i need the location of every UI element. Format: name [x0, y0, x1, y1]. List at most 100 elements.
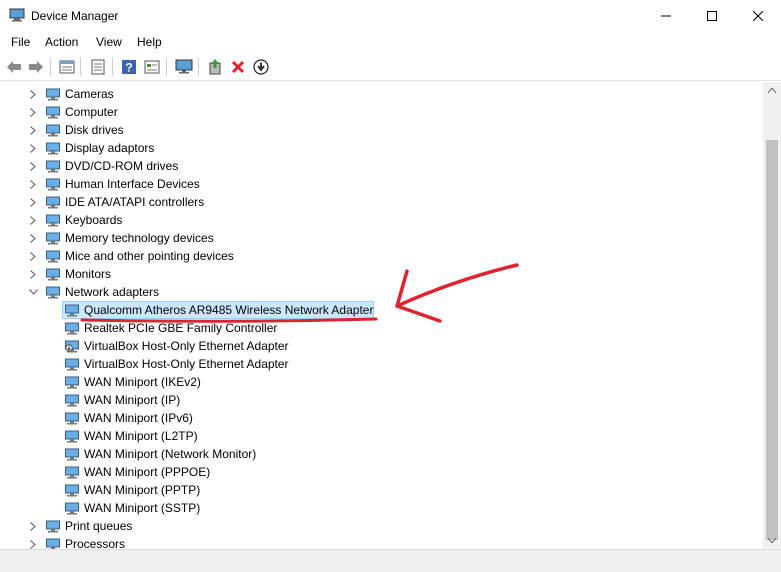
disable-button[interactable]	[251, 57, 271, 77]
forward-icon	[29, 61, 43, 73]
tree-category-monitor[interactable]: Monitors	[65, 267, 111, 281]
toolbar-separator	[198, 58, 199, 76]
tree-category-keyboard[interactable]: Keyboards	[65, 213, 122, 227]
toolbar-separator	[80, 58, 81, 76]
tree-category-display[interactable]: Display adaptors	[65, 141, 154, 155]
close-icon	[753, 10, 763, 21]
expand-toggle[interactable]	[28, 103, 38, 121]
tree-device-item[interactable]: VirtualBox Host-Only Ethernet Adapter	[84, 339, 289, 353]
collapse-toggle[interactable]	[28, 283, 38, 301]
network-adapter-icon	[65, 466, 79, 479]
monitor-icon	[175, 59, 193, 74]
help-button[interactable]: ?	[119, 57, 139, 77]
svg-text:?: ?	[125, 61, 132, 75]
scroll-up-button[interactable]	[763, 82, 781, 99]
chevron-right-icon	[30, 251, 36, 261]
title-bar: Device Manager	[0, 0, 781, 31]
toolbar-separator	[112, 58, 113, 76]
minimize-button[interactable]	[643, 0, 689, 31]
update-driver-button[interactable]	[205, 57, 225, 77]
network-adapter-icon	[65, 430, 79, 443]
tree-category-ide[interactable]: IDE ATA/ATAPI controllers	[65, 195, 204, 209]
chevron-right-icon	[30, 233, 36, 243]
expand-toggle[interactable]	[28, 121, 38, 139]
tree-device-item[interactable]: Qualcomm Atheros AR9485 Wireless Network…	[84, 303, 373, 317]
tree-category-dvd[interactable]: DVD/CD-ROM drives	[65, 159, 178, 173]
chevron-down-icon	[28, 289, 38, 295]
menu-view[interactable]: View	[96, 35, 122, 49]
menu-action[interactable]: Action	[45, 35, 78, 49]
network-adapter-icon	[65, 448, 79, 461]
close-button[interactable]	[735, 0, 781, 31]
tree-device-item[interactable]: WAN Miniport (Network Monitor)	[84, 447, 256, 461]
device-tree[interactable]: Cameras Computer Disk drives Display adapto…	[0, 82, 763, 549]
expand-toggle[interactable]	[28, 139, 38, 157]
tree-category-camera[interactable]: Cameras	[65, 87, 114, 101]
chevron-right-icon	[30, 269, 36, 279]
expand-toggle[interactable]	[28, 265, 38, 283]
expand-toggle[interactable]	[28, 517, 38, 535]
tree-device-item[interactable]: WAN Miniport (L2TP)	[84, 429, 198, 443]
tree-device-item[interactable]: WAN Miniport (PPTP)	[84, 483, 200, 497]
chevron-right-icon	[30, 539, 36, 549]
tree-category-mouse[interactable]: Mice and other pointing devices	[65, 249, 234, 263]
expand-toggle[interactable]	[28, 193, 38, 211]
chevron-right-icon	[30, 125, 36, 135]
expand-toggle[interactable]	[28, 247, 38, 265]
chevron-right-icon	[30, 521, 36, 531]
chevron-right-icon	[30, 143, 36, 153]
tree-device-item[interactable]: WAN Miniport (IPv6)	[84, 411, 193, 425]
computer-icon	[46, 106, 60, 119]
scroll-down-button[interactable]	[763, 532, 781, 549]
console-icon	[91, 59, 105, 75]
scan-hardware-button[interactable]	[174, 57, 194, 77]
expand-toggle[interactable]	[28, 157, 38, 175]
tree-category-memory[interactable]: Memory technology devices	[65, 231, 214, 245]
tree-device-item[interactable]: WAN Miniport (SSTP)	[84, 501, 200, 515]
expand-toggle[interactable]	[28, 85, 38, 103]
forward-button[interactable]	[26, 57, 46, 77]
tree-device-item[interactable]: WAN Miniport (IP)	[84, 393, 180, 407]
tree-category-printer[interactable]: Print queues	[65, 519, 132, 533]
menu-help[interactable]: Help	[137, 35, 162, 49]
tree-device-item[interactable]: Realtek PCIe GBE Family Controller	[84, 321, 277, 335]
tree-category-processor[interactable]: Processors	[65, 537, 125, 549]
tree-category-hid[interactable]: Human Interface Devices	[65, 177, 200, 191]
properties-button[interactable]	[57, 57, 77, 77]
chevron-right-icon	[30, 89, 36, 99]
network-adapter-icon	[65, 412, 79, 425]
expand-toggle[interactable]	[28, 229, 38, 247]
chevron-up-icon	[768, 88, 776, 93]
tree-device-item[interactable]: WAN Miniport (IKEv2)	[84, 375, 201, 389]
vertical-scrollbar[interactable]	[763, 82, 781, 549]
network-adapter-icon	[65, 304, 79, 317]
view-button[interactable]	[142, 57, 162, 77]
properties-icon	[59, 60, 75, 74]
toolbar-separator	[50, 58, 51, 76]
chevron-right-icon	[30, 107, 36, 117]
dvd-icon	[46, 160, 60, 173]
console-button[interactable]	[88, 57, 108, 77]
toolbar: ?	[0, 53, 781, 81]
tree-device-item[interactable]: VirtualBox Host-Only Ethernet Adapter	[84, 357, 289, 371]
help-icon: ?	[122, 60, 136, 75]
uninstall-icon	[231, 60, 245, 74]
camera-icon	[46, 88, 60, 101]
maximize-button[interactable]	[689, 0, 735, 31]
scroll-thumb[interactable]	[766, 140, 778, 540]
uninstall-button[interactable]	[228, 57, 248, 77]
tree-category-disk[interactable]: Disk drives	[65, 123, 124, 137]
status-bar	[0, 549, 781, 572]
expand-toggle[interactable]	[28, 175, 38, 193]
maximize-icon	[707, 10, 717, 21]
display-icon	[46, 142, 60, 155]
menu-file[interactable]: File	[11, 35, 30, 49]
expand-toggle[interactable]	[28, 535, 38, 549]
tree-device-item[interactable]: WAN Miniport (PPPOE)	[84, 465, 210, 479]
chevron-right-icon	[30, 215, 36, 225]
tree-category-computer[interactable]: Computer	[65, 105, 118, 119]
expand-toggle[interactable]	[28, 211, 38, 229]
tree-category-network-adapters[interactable]: Network adapters	[65, 285, 159, 299]
back-button[interactable]	[4, 57, 24, 77]
chevron-right-icon	[30, 161, 36, 171]
